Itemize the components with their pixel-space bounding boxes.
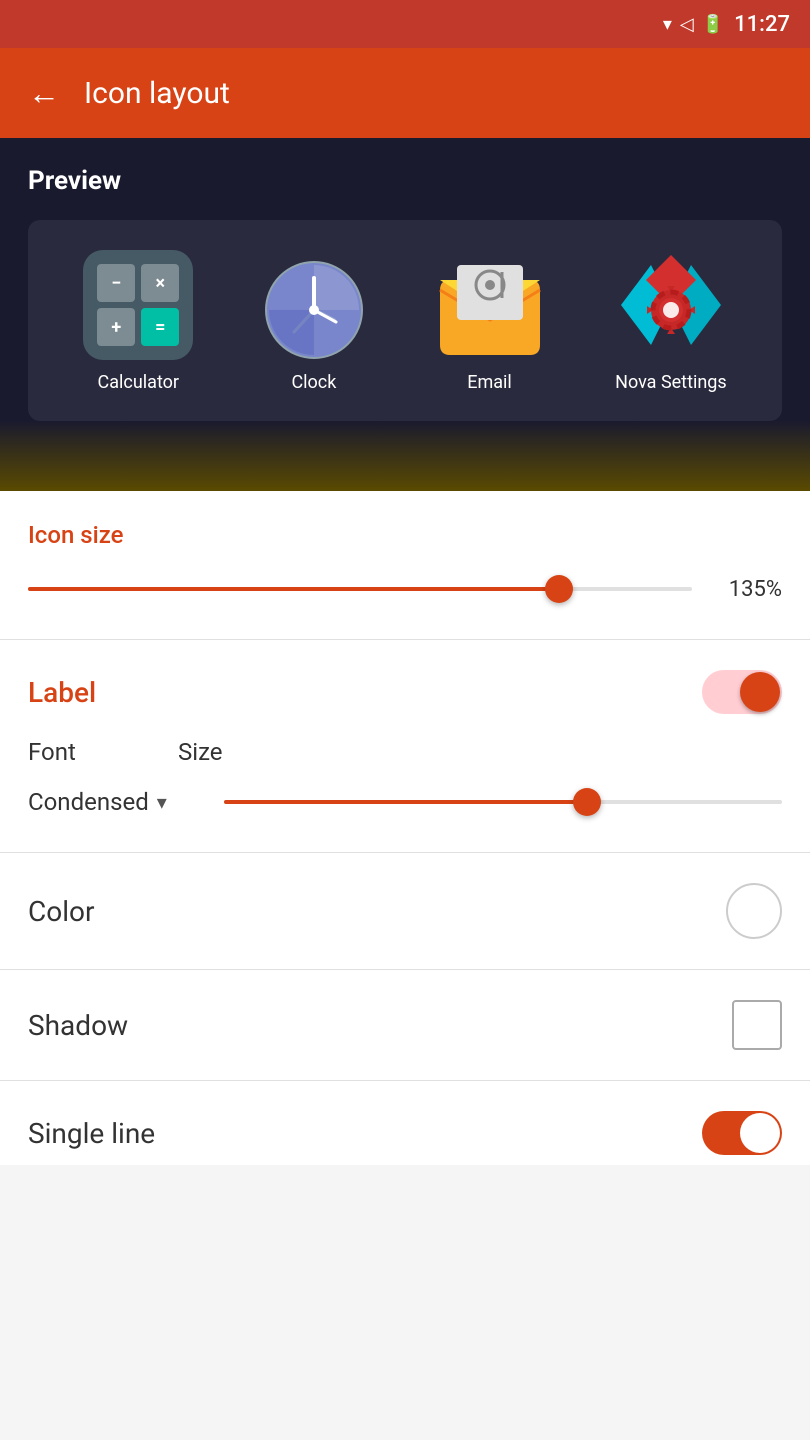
shadow-checkbox[interactable]: [732, 1000, 782, 1050]
battery-icon: 🔋: [702, 14, 724, 35]
label-toggle[interactable]: [702, 670, 782, 714]
label-title: Label: [28, 676, 96, 709]
size-slider-fill: [224, 800, 587, 804]
single-line-toggle[interactable]: [702, 1111, 782, 1155]
clock-icon-preview: [264, 260, 364, 360]
wifi-icon: ▾: [663, 14, 672, 35]
color-row: Color: [0, 853, 810, 970]
font-size-row: Font Size: [28, 738, 782, 766]
size-label: Size: [178, 738, 782, 766]
clock-label: Clock: [291, 372, 336, 393]
condensed-row: Condensed ▾: [28, 782, 782, 822]
preview-gradient: [0, 421, 810, 491]
page-title: Icon layout: [84, 76, 230, 111]
font-label: Font: [28, 738, 158, 766]
slider-thumb[interactable]: [545, 575, 573, 603]
shadow-label: Shadow: [28, 1009, 128, 1042]
label-row: Label: [28, 670, 782, 714]
color-picker[interactable]: [726, 883, 782, 939]
list-item: Clock: [264, 260, 364, 393]
status-time: 11:27: [734, 12, 790, 37]
icon-size-value: 135%: [712, 577, 782, 602]
calc-times: ×: [141, 264, 179, 302]
list-item: Nova Settings: [615, 250, 727, 393]
settings-section: Icon size 135% Label Font Size: [0, 491, 810, 1165]
calc-minus: −: [97, 264, 135, 302]
icon-size-slider-row: 135%: [28, 569, 782, 609]
email-icon-preview: [435, 260, 545, 360]
status-bar: ▾ ◁ 🔋 11:27: [0, 0, 810, 48]
calc-plus: +: [97, 308, 135, 346]
app-bar: ← Icon layout: [0, 48, 810, 138]
icon-size-group: Icon size 135%: [0, 491, 810, 640]
calculator-label: Calculator: [98, 372, 179, 393]
preview-area: − × + = Calculator: [28, 220, 782, 421]
nova-settings-icon-preview: [616, 250, 726, 360]
slider-fill: [28, 587, 559, 591]
email-label: Email: [467, 372, 512, 393]
single-line-knob: [740, 1113, 780, 1153]
shadow-row: Shadow: [0, 970, 810, 1081]
single-line-label: Single line: [28, 1117, 155, 1150]
preview-section: Preview − × + = Calculator: [0, 138, 810, 421]
size-slider-track: [224, 800, 782, 804]
status-icons: ▾ ◁ 🔋: [663, 14, 724, 35]
single-line-row: Single line: [0, 1081, 810, 1165]
size-slider[interactable]: [224, 782, 782, 822]
toggle-knob: [740, 672, 780, 712]
dropdown-arrow-icon: ▾: [157, 790, 167, 814]
nova-settings-label: Nova Settings: [615, 372, 727, 393]
icon-size-slider[interactable]: [28, 569, 692, 609]
list-item: − × + = Calculator: [83, 250, 193, 393]
icon-size-title: Icon size: [28, 521, 782, 549]
back-button[interactable]: ←: [28, 74, 60, 112]
condensed-dropdown[interactable]: Condensed ▾: [28, 788, 208, 816]
calc-equals: =: [141, 308, 179, 346]
label-section: Label Font Size Condensed ▾: [0, 640, 810, 853]
slider-track: [28, 587, 692, 591]
preview-label: Preview: [28, 166, 782, 196]
list-item: Email: [435, 260, 545, 393]
color-label: Color: [28, 895, 94, 928]
condensed-text: Condensed: [28, 788, 149, 816]
signal-icon: ◁: [680, 14, 694, 35]
calculator-icon-preview: − × + =: [83, 250, 193, 360]
size-slider-thumb[interactable]: [573, 788, 601, 816]
